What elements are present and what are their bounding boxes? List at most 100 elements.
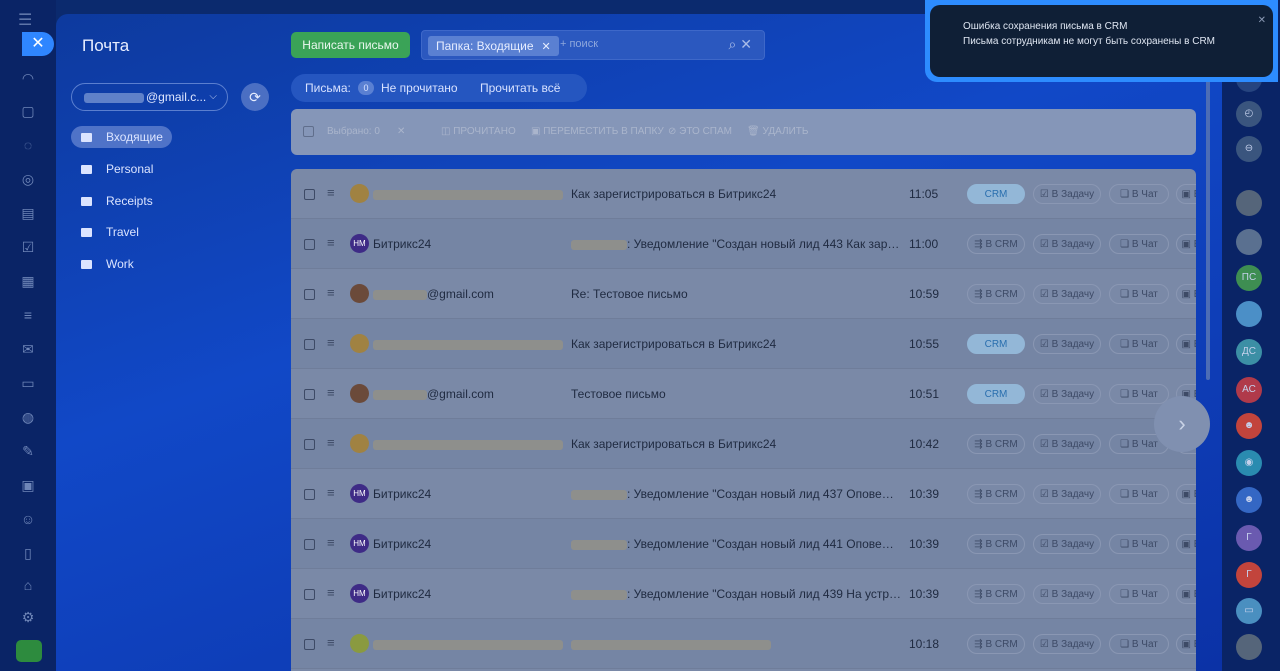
to-task-button[interactable]: ☑ В Задачу bbox=[1033, 484, 1101, 504]
to-task-button[interactable]: ☑ В Задачу bbox=[1033, 634, 1101, 654]
to-chat-button[interactable]: ❏ В Чат bbox=[1109, 534, 1169, 554]
app-tile-icon[interactable] bbox=[16, 640, 42, 662]
subject[interactable]: Re: Тестовое письмо bbox=[571, 269, 903, 319]
table-row[interactable]: ≡ Как зарегистрироваться в Битрикс24 11:05… bbox=[291, 169, 1196, 219]
to-chat-button[interactable]: ❏ В Чат bbox=[1109, 484, 1169, 504]
avatar-initials[interactable]: Г bbox=[1236, 525, 1262, 551]
move-to-folder-button[interactable]: ▣ ПЕРЕМЕСТИТЬ В ПАПКУ bbox=[531, 109, 664, 155]
calendar-icon[interactable]: ▦ bbox=[18, 271, 38, 291]
to-chat-button[interactable]: ❏ В Чат bbox=[1109, 334, 1169, 354]
search-round-icon[interactable]: ⊖ bbox=[1236, 136, 1262, 162]
to-task-button[interactable]: ☑ В Задачу bbox=[1033, 334, 1101, 354]
mark-read-button[interactable]: ◫ ПРОЧИТАНО bbox=[441, 109, 516, 155]
contacts-icon[interactable]: ☺ bbox=[18, 509, 38, 529]
row-checkbox[interactable] bbox=[304, 439, 315, 450]
clock-icon[interactable]: ◴ bbox=[1236, 101, 1262, 127]
subject[interactable] bbox=[571, 619, 903, 669]
sender[interactable]: Битрикс24 bbox=[373, 569, 431, 619]
settings-icon[interactable]: ⚙ bbox=[18, 607, 38, 627]
table-row[interactable]: ≡ НМ Битрикс24: Уведомление "Создан новый … bbox=[291, 519, 1196, 569]
row-checkbox[interactable] bbox=[304, 489, 315, 500]
folder-work[interactable]: Work bbox=[71, 253, 134, 275]
group-icon[interactable]: ☻ bbox=[1236, 413, 1262, 439]
to-chat-button[interactable]: ❏ В Чат bbox=[1109, 584, 1169, 604]
drive-icon[interactable]: ▭ bbox=[18, 373, 38, 393]
to-task-button[interactable]: ☑ В Задачу bbox=[1033, 234, 1101, 254]
card-icon[interactable]: ▣ bbox=[18, 475, 38, 495]
row-checkbox[interactable] bbox=[304, 589, 315, 600]
page-icon[interactable]: ▯ bbox=[18, 543, 38, 563]
to-chat-button[interactable]: ❏ В Чат bbox=[1109, 634, 1169, 654]
sender[interactable] bbox=[373, 619, 563, 669]
to-crm-button[interactable]: ⇶ В CRM bbox=[967, 284, 1025, 304]
drag-handle-icon[interactable]: ≡ bbox=[327, 285, 335, 300]
chat-bubble-icon[interactable]: ▭ bbox=[1236, 598, 1262, 624]
table-row[interactable]: ≡ Как зарегистрироваться в Битрикс24 10:42… bbox=[291, 419, 1196, 469]
write-letter-button[interactable]: Написать письмо bbox=[291, 32, 410, 58]
group-icon[interactable]: ☻ bbox=[1236, 487, 1262, 513]
folder-receipts[interactable]: Receipts bbox=[71, 190, 153, 212]
chevron-right-icon[interactable]: › bbox=[1154, 396, 1210, 452]
row-checkbox[interactable] bbox=[304, 389, 315, 400]
more-actions-button[interactable]: ▣ В bbox=[1176, 184, 1196, 204]
to-chat-button[interactable]: ❏ В Чат bbox=[1109, 384, 1169, 404]
avatar[interactable] bbox=[1236, 229, 1262, 255]
filter-chip[interactable]: Папка: Входящие ✕ bbox=[428, 36, 559, 56]
row-checkbox[interactable] bbox=[304, 639, 315, 650]
robot-icon[interactable]: ◉ bbox=[1236, 450, 1262, 476]
drag-handle-icon[interactable]: ≡ bbox=[327, 385, 335, 400]
to-chat-button[interactable]: ❏ В Чат bbox=[1109, 184, 1169, 204]
table-row[interactable]: ≡ Как зарегистрироваться в Битрикс24 10:55… bbox=[291, 319, 1196, 369]
clear-icon[interactable]: ✕ bbox=[740, 36, 752, 52]
crm-badge[interactable]: CRM bbox=[967, 184, 1025, 204]
calls-icon[interactable]: ◎ bbox=[18, 169, 38, 189]
close-slider-button[interactable]: ✕ bbox=[22, 32, 54, 56]
to-task-button[interactable]: ☑ В Задачу bbox=[1033, 534, 1101, 554]
search-icon[interactable]: ⌕ bbox=[729, 36, 737, 52]
sender[interactable]: Битрикс24 bbox=[373, 519, 431, 569]
avatar[interactable] bbox=[1236, 634, 1262, 660]
avatar[interactable] bbox=[1236, 190, 1262, 216]
drag-handle-icon[interactable]: ≡ bbox=[327, 635, 335, 650]
sender[interactable] bbox=[373, 169, 563, 219]
sender[interactable]: @gmail.com bbox=[373, 269, 494, 319]
to-task-button[interactable]: ☑ В Задачу bbox=[1033, 584, 1101, 604]
shop-icon[interactable]: ⌂ bbox=[18, 575, 38, 595]
avatar-initials[interactable]: АС bbox=[1236, 377, 1262, 403]
more-actions-button[interactable]: ▣ В bbox=[1176, 284, 1196, 304]
folder-travel[interactable]: Travel bbox=[71, 221, 139, 243]
row-checkbox[interactable] bbox=[304, 289, 315, 300]
sender[interactable] bbox=[373, 319, 563, 369]
drag-handle-icon[interactable]: ≡ bbox=[327, 335, 335, 350]
to-crm-button[interactable]: ⇶ В CRM bbox=[967, 634, 1025, 654]
sender[interactable] bbox=[373, 419, 563, 469]
to-task-button[interactable]: ☑ В Задачу bbox=[1033, 434, 1101, 454]
table-row[interactable]: ≡ НМ Битрикс24: Уведомление "Создан новый … bbox=[291, 469, 1196, 519]
search-input[interactable]: + поиск bbox=[560, 38, 598, 50]
subject[interactable]: : Уведомление "Создан новый лид 441 Опов… bbox=[571, 519, 903, 569]
row-checkbox[interactable] bbox=[304, 539, 315, 550]
sender[interactable]: Битрикс24 bbox=[373, 219, 431, 269]
close-icon[interactable]: ✕ bbox=[1258, 15, 1266, 26]
account-selector[interactable]: @gmail.c... ⌵ bbox=[71, 83, 228, 111]
to-crm-button[interactable]: ⇶ В CRM bbox=[967, 434, 1025, 454]
sender[interactable]: @gmail.com bbox=[373, 369, 494, 419]
avatar-initials[interactable]: ПС bbox=[1236, 265, 1262, 291]
folder-inbox[interactable]: Входящие bbox=[71, 126, 172, 148]
drag-handle-icon[interactable]: ≡ bbox=[327, 185, 335, 200]
folder-personal[interactable]: Personal bbox=[71, 158, 153, 180]
tasks-icon[interactable]: ▢ bbox=[18, 101, 38, 121]
subject[interactable]: : Уведомление "Создан новый лид 439 На у… bbox=[571, 569, 903, 619]
avatar-initials[interactable]: ДС bbox=[1236, 339, 1262, 365]
subject[interactable]: Тестовое письмо bbox=[571, 369, 903, 419]
sender[interactable]: Битрикс24 bbox=[373, 469, 431, 519]
to-task-button[interactable]: ☑ В Задачу bbox=[1033, 284, 1101, 304]
crm-badge[interactable]: CRM bbox=[967, 384, 1025, 404]
more-actions-button[interactable]: ▣ В bbox=[1176, 334, 1196, 354]
spam-button[interactable]: ⊘ ЭТО СПАМ bbox=[668, 109, 732, 155]
table-row[interactable]: ≡ 10:18 ⇶ В CRM ☑ В Задачу ❏ В Чат ▣ В bbox=[291, 619, 1196, 669]
target-icon[interactable]: ◍ bbox=[18, 407, 38, 427]
checklist-icon[interactable]: ☑ bbox=[18, 237, 38, 257]
chat-icon[interactable]: ◌ bbox=[18, 135, 38, 155]
to-crm-button[interactable]: ⇶ В CRM bbox=[967, 234, 1025, 254]
